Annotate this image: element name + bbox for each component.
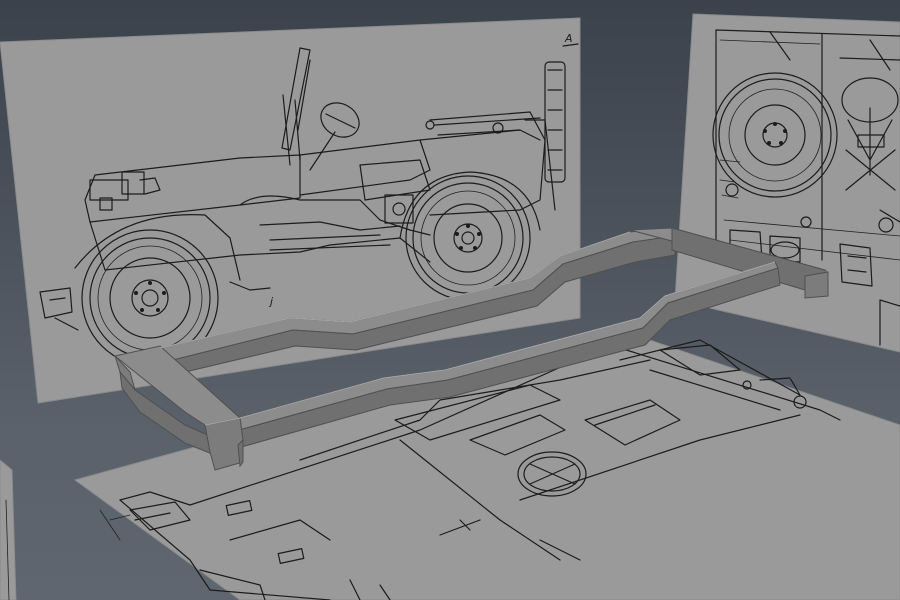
3d-viewport[interactable]: A j — [0, 0, 900, 600]
scene-canvas: A j — [0, 13, 900, 600]
view-marker-a: A — [564, 32, 573, 45]
